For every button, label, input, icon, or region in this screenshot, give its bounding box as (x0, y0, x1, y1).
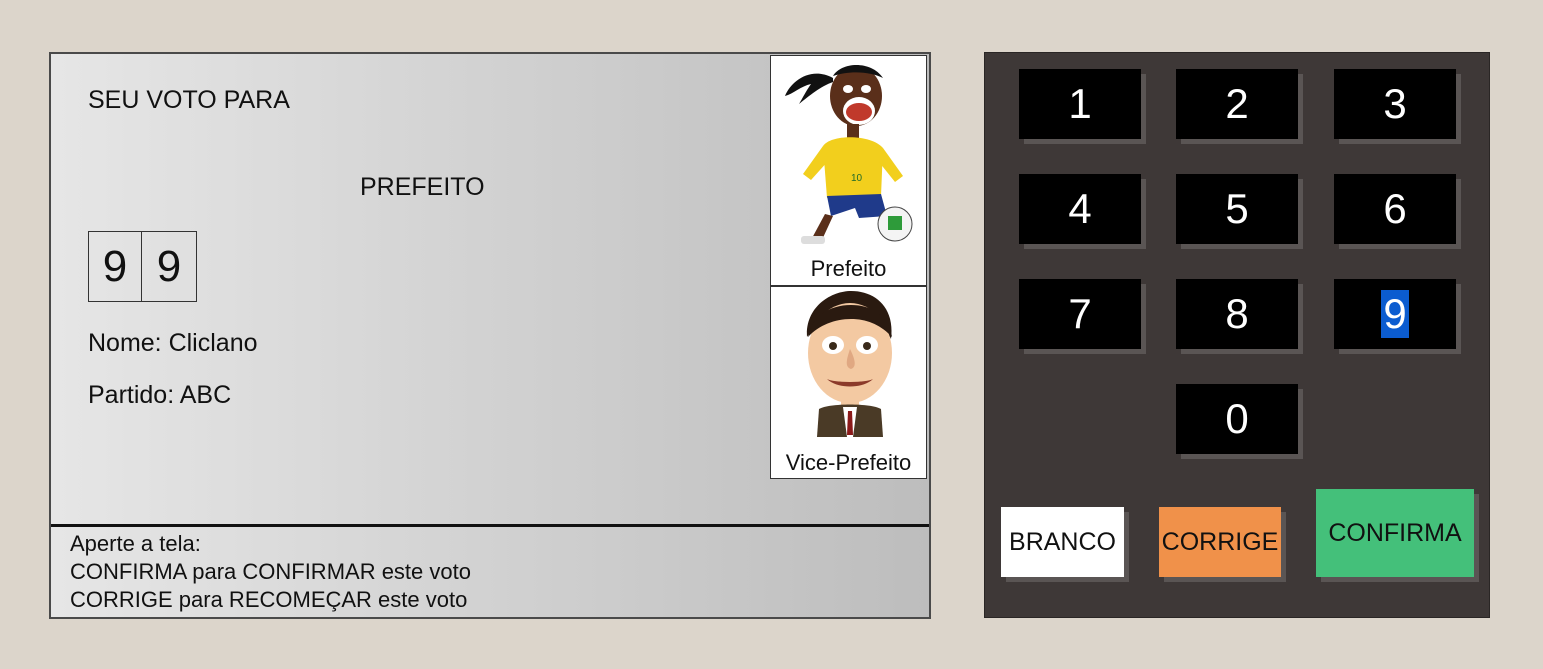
instruction-line-2: CONFIRMA para CONFIRMAR este voto (70, 559, 471, 584)
corrige-button[interactable]: CORRIGE (1159, 507, 1281, 577)
key-9-selection: 9 (1381, 290, 1409, 338)
vote-digit-1: 9 (88, 231, 142, 302)
vice-prefeito-photo: Vice-Prefeito (770, 286, 927, 479)
keypad: 1 2 3 4 5 6 7 8 9 0 BRANCO CORRIGE CONFI… (984, 52, 1490, 618)
svg-text:10: 10 (851, 173, 863, 184)
key-4[interactable]: 4 (1019, 174, 1141, 244)
key-5[interactable]: 5 (1176, 174, 1298, 244)
branco-button[interactable]: BRANCO (1001, 507, 1124, 577)
soccer-player-caricature-icon: 10 (785, 65, 913, 244)
instructions-panel: Aperte a tela: CONFIRMA para CONFIRMAR e… (51, 524, 929, 617)
confirma-button[interactable]: CONFIRMA (1316, 489, 1474, 577)
key-8[interactable]: 8 (1176, 279, 1298, 349)
header-label: SEU VOTO PARA (88, 86, 290, 114)
instruction-line-3: CORRIGE para RECOMEÇAR este voto (70, 587, 468, 612)
instruction-line-1: Aperte a tela: (70, 531, 201, 556)
voting-screen[interactable]: SEU VOTO PARA PREFEITO 9 9 Nome: Cliclan… (49, 52, 931, 619)
candidate-name: Nome: Cliclano (88, 329, 258, 357)
man-caricature-icon (806, 291, 892, 437)
key-3[interactable]: 3 (1334, 69, 1456, 139)
candidate-party: Partido: ABC (88, 381, 232, 409)
key-2[interactable]: 2 (1176, 69, 1298, 139)
key-0[interactable]: 0 (1176, 384, 1298, 454)
key-6[interactable]: 6 (1334, 174, 1456, 244)
vote-digits: 9 9 (88, 231, 197, 302)
role-title: PREFEITO (360, 173, 485, 201)
prefeito-caption: Prefeito (810, 256, 887, 281)
prefeito-photo: 10 Prefeito (770, 55, 927, 286)
key-9[interactable]: 9 (1334, 279, 1456, 349)
vote-digit-2: 9 (142, 231, 197, 302)
key-1[interactable]: 1 (1019, 69, 1141, 139)
key-7[interactable]: 7 (1019, 279, 1141, 349)
vice-prefeito-caption: Vice-Prefeito (785, 450, 912, 475)
